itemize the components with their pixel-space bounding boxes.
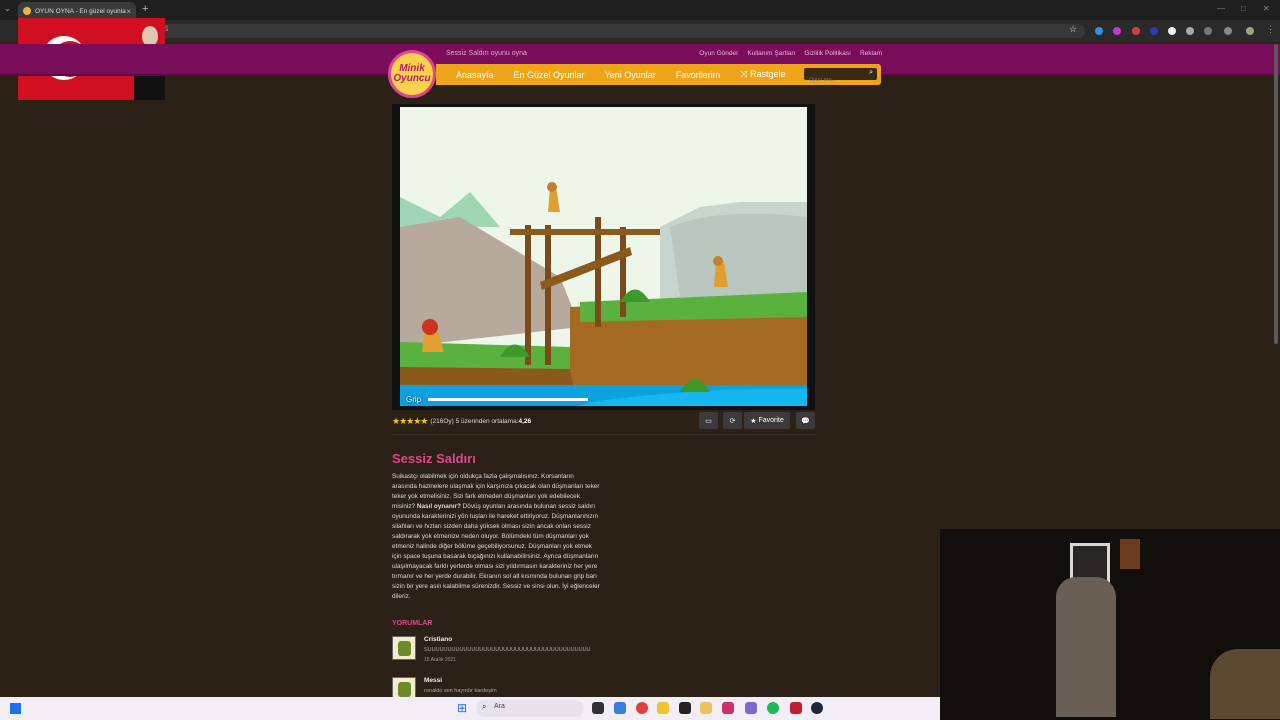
extension-icon-5[interactable]: [1168, 27, 1176, 35]
divider: [392, 434, 816, 435]
address-bar[interactable]: ß: [150, 24, 1085, 38]
search-input[interactable]: [804, 74, 862, 86]
fullscreen-button[interactable]: ▭: [699, 412, 718, 429]
top-link-terms[interactable]: Kullanım Şartları: [747, 50, 795, 57]
commenter-name: Messi: [424, 677, 443, 684]
favorite-button[interactable]: ★ Favorite: [744, 412, 790, 429]
windows-start-icon[interactable]: ⊞: [457, 701, 467, 715]
spotify-icon[interactable]: [767, 702, 779, 714]
webcam-poster: [1120, 539, 1140, 569]
tab-title: OYUN OYNA - En güzel oyunlar: [35, 7, 127, 15]
game-title: Sessiz Saldırı: [392, 451, 476, 466]
app-icon-4[interactable]: [745, 702, 757, 714]
star-icon: ★: [750, 417, 759, 425]
task-view-icon[interactable]: [592, 702, 604, 714]
widgets-icon[interactable]: [10, 703, 21, 714]
grip-meter: [428, 398, 588, 401]
page-scrollbar[interactable]: [1274, 44, 1278, 344]
extension-icon-2[interactable]: [1113, 27, 1121, 35]
taskbar-search-label: Ara: [494, 703, 505, 710]
webcam-desk: [1210, 649, 1280, 719]
top-link-ads[interactable]: Reklam: [860, 50, 882, 57]
extension-icon-1[interactable]: [1095, 27, 1103, 35]
comments-heading: YORUMLAR: [392, 620, 433, 627]
webcam-overlay: [940, 529, 1280, 720]
bookmark-star-icon[interactable]: ☆: [1069, 24, 1077, 35]
app-icon-3[interactable]: [722, 702, 734, 714]
restart-button[interactable]: ⟳: [723, 412, 742, 429]
browser-tab-strip: ⌄ OYUN OYNA - En güzel oyunlar × + — □ ✕: [0, 0, 1280, 20]
steam-icon[interactable]: [811, 702, 823, 714]
site-logo[interactable]: Minik Oyuncu: [388, 50, 436, 98]
nav-new-games[interactable]: Yeni Oyunlar: [605, 70, 656, 80]
webcam-chair: [1056, 577, 1116, 717]
minimize-icon[interactable]: —: [1217, 4, 1225, 13]
nav-random[interactable]: ⤨ Rastgele: [740, 69, 785, 80]
rating-row: ★★★★★ (216 Oy) 5 üzerinden ortalama: 4,2…: [392, 416, 531, 427]
portrait-head: [142, 26, 158, 46]
site-favicon-icon: [23, 7, 31, 15]
nav-random-label: Rastgele: [750, 69, 786, 79]
top-link-privacy[interactable]: Gizlilik Politikası: [804, 50, 851, 57]
extension-icon-3[interactable]: [1132, 27, 1140, 35]
how-to-play-heading: Nasıl oynanır?: [416, 503, 461, 510]
chat-icon: 💬: [801, 417, 810, 425]
shuffle-icon: ⤨: [740, 69, 750, 79]
chrome-icon[interactable]: [636, 702, 648, 714]
downloads-icon[interactable]: [1224, 27, 1232, 35]
search-icon[interactable]: ⌕: [869, 69, 873, 77]
app-icon-2[interactable]: [700, 702, 712, 714]
comment-date: 15 Aralık 2021: [424, 657, 456, 663]
top-links: Oyun Gönder Kullanım Şartları Gizlilik P…: [699, 50, 882, 57]
file-explorer-icon[interactable]: [657, 702, 669, 714]
rating-stars[interactable]: ★★★★★: [392, 416, 428, 427]
rating-votes: (216: [430, 418, 444, 425]
game-canvas[interactable]: Grip: [400, 107, 807, 406]
refresh-icon: ⟳: [729, 417, 736, 425]
maximize-icon[interactable]: □: [1241, 4, 1246, 13]
browser-menu-icon[interactable]: ⋮: [1266, 24, 1275, 35]
commenter-name: Cristiano: [424, 636, 453, 643]
game-description: Suikastçı olabilmek için oldukça fazla ç…: [392, 472, 600, 602]
nav-favorites[interactable]: Favorilerim: [676, 70, 721, 80]
rating-average: 4,26: [518, 418, 532, 425]
site-tagline: Sessiz Saldırı oyunu oyna: [446, 50, 527, 57]
taskbar-search[interactable]: ⌕ Ara: [476, 700, 584, 717]
top-link-submit-game[interactable]: Oyun Gönder: [699, 50, 738, 57]
nav-home[interactable]: Anasayfa: [456, 70, 494, 80]
logo-line-2: Oyuncu: [393, 73, 431, 84]
extensions-puzzle-icon[interactable]: [1204, 27, 1212, 35]
commenter-avatar: [392, 636, 416, 660]
description-part-2: Dövüş oyunları arasında bulunan sessiz s…: [392, 503, 600, 600]
os-taskbar: ⊞ ⌕ Ara: [0, 697, 940, 720]
profile-avatar-icon[interactable]: [1246, 27, 1254, 35]
comment-item: Messi ronaldo sen hayırdır kardeşim: [392, 677, 598, 701]
close-window-icon[interactable]: ✕: [1263, 4, 1270, 13]
game-scene: [400, 107, 807, 406]
favorite-label: Favorite: [758, 417, 784, 424]
extension-icon-4[interactable]: [1150, 27, 1158, 35]
tab-search-icon[interactable]: ⌄: [4, 4, 11, 13]
extension-icon-6[interactable]: [1186, 27, 1194, 35]
nav-best-games[interactable]: En Güzel Oyunlar: [514, 70, 585, 80]
comment-text: ronaldo sen hayırdır kardeşim: [424, 688, 497, 694]
app-icon-5[interactable]: [790, 702, 802, 714]
comment-item: Cristiano SUUUUUUUUUUUUUUUUUUUUUUUUUUUUU…: [392, 636, 598, 664]
comment-text: SUUUUUUUUUUUUUUUUUUUUUUUUUUUUUUUUUUUUUUU…: [424, 647, 591, 653]
close-tab-icon[interactable]: ×: [126, 7, 131, 16]
app-icon-1[interactable]: [679, 702, 691, 714]
new-tab-button[interactable]: +: [142, 3, 148, 15]
site-search: ⌕: [804, 68, 877, 86]
copilot-icon[interactable]: [614, 702, 626, 714]
search-icon: ⌕: [482, 702, 487, 711]
fullscreen-icon: ▭: [705, 417, 712, 425]
grip-label: Grip: [406, 395, 422, 404]
rating-text: Oy) 5 üzerinden ortalama:: [443, 418, 519, 425]
comments-button[interactable]: 💬: [796, 412, 815, 429]
